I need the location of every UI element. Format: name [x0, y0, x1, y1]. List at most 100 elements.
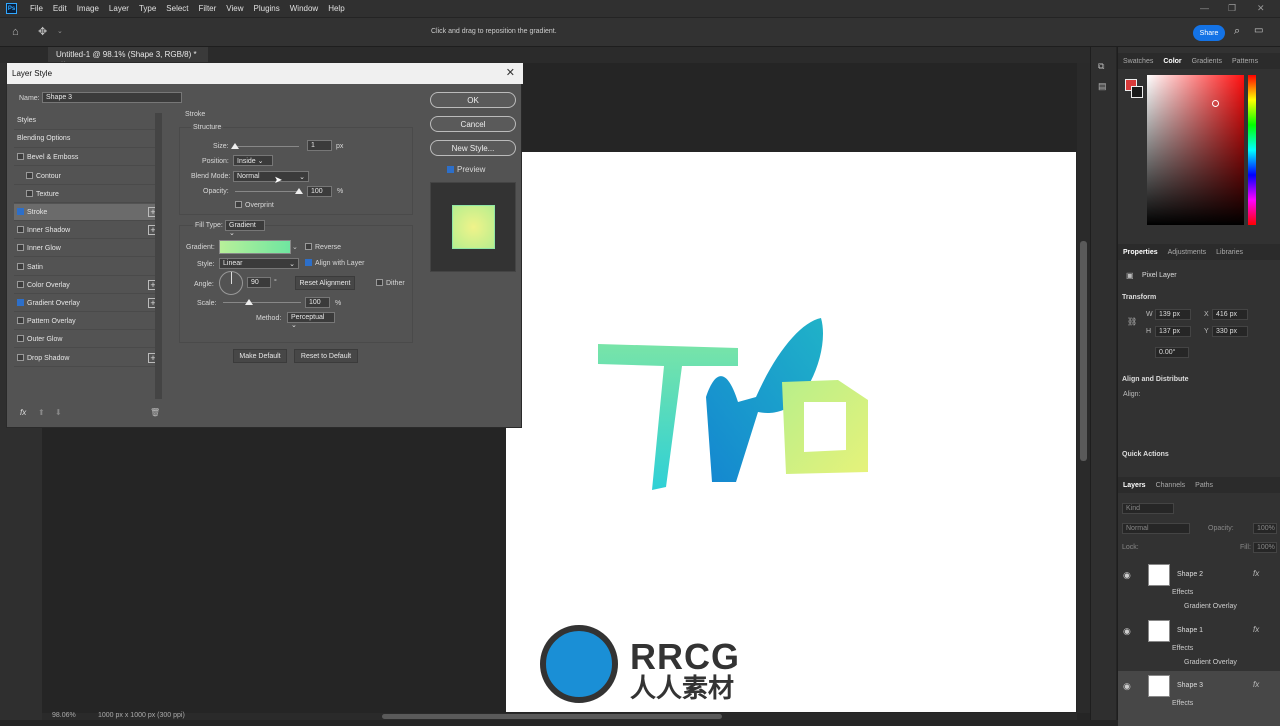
tab-libraries[interactable]: Libraries: [1211, 249, 1248, 256]
layer-name[interactable]: Shape 1: [1177, 627, 1203, 634]
hue-slider[interactable]: [1248, 75, 1256, 225]
horizontal-scroll-thumb[interactable]: [382, 714, 722, 719]
reverse-checkbox[interactable]: [305, 243, 312, 250]
opacity-field[interactable]: 100: [307, 186, 332, 197]
ok-button[interactable]: OK: [430, 92, 516, 108]
tool-preset-chevron-icon[interactable]: ⌄: [57, 27, 63, 35]
zoom-level[interactable]: 98.06%: [52, 712, 76, 719]
style-item[interactable]: Outer Glow: [14, 331, 161, 349]
menu-layer[interactable]: Layer: [104, 4, 134, 13]
method-dropdown[interactable]: Perceptual ⌄: [287, 312, 335, 329]
menu-window[interactable]: Window: [285, 4, 323, 13]
menu-filter[interactable]: Filter: [194, 4, 222, 13]
menu-help[interactable]: Help: [323, 4, 349, 13]
style-item[interactable]: Styles: [14, 113, 161, 130]
menu-edit[interactable]: Edit: [48, 4, 72, 13]
scale-field[interactable]: 100: [305, 297, 330, 308]
style-checkbox[interactable]: [17, 244, 24, 252]
workspace-icon[interactable]: ▭: [1254, 25, 1263, 36]
move-up-icon[interactable]: ⬆: [38, 408, 45, 417]
preview-option[interactable]: Preview: [447, 165, 485, 174]
visibility-eye-icon[interactable]: ◉: [1123, 681, 1131, 692]
style-item[interactable]: Blending Options: [14, 131, 161, 149]
menu-select[interactable]: Select: [161, 4, 193, 13]
angle-field[interactable]: 90: [247, 277, 271, 288]
reverse-option[interactable]: Reverse: [305, 243, 341, 251]
style-checkbox[interactable]: [17, 335, 24, 343]
style-item[interactable]: Satin: [14, 259, 161, 276]
close-window-icon[interactable]: ✕: [1257, 3, 1265, 14]
menu-view[interactable]: View: [221, 4, 248, 13]
transform-heading[interactable]: Transform: [1122, 294, 1156, 301]
size-slider[interactable]: [231, 143, 299, 149]
fx-icon[interactable]: fx: [1253, 569, 1259, 578]
tab-properties[interactable]: Properties: [1118, 249, 1163, 256]
layer-name[interactable]: Shape 3: [1177, 682, 1203, 689]
style-item[interactable]: Inner Glow: [14, 240, 161, 258]
height-field[interactable]: 137 px: [1155, 326, 1191, 337]
layer-row[interactable]: ◉ Shape 1 fx Effects Gradient Overlay: [1118, 616, 1280, 671]
tab-swatches[interactable]: Swatches: [1118, 58, 1158, 65]
style-checkbox[interactable]: [17, 153, 24, 161]
visibility-eye-icon[interactable]: ◉: [1123, 570, 1131, 581]
document-tab[interactable]: Untitled-1 @ 98.1% (Shape 3, RGB/8) * ×: [48, 47, 208, 68]
menu-file[interactable]: File: [25, 4, 48, 13]
style-item[interactable]: Bevel & Emboss: [14, 149, 161, 167]
menu-image[interactable]: Image: [72, 4, 104, 13]
history-icon[interactable]: ⧉: [1098, 61, 1104, 72]
fx-icon[interactable]: fx: [1253, 625, 1259, 634]
style-checkbox[interactable]: [26, 171, 33, 179]
tab-color[interactable]: Color: [1158, 58, 1186, 65]
share-button[interactable]: Share: [1193, 25, 1225, 41]
style-checkbox[interactable]: [17, 208, 24, 215]
gradient-picker-chevron-icon[interactable]: ⌄: [292, 243, 298, 251]
fx-icon[interactable]: fx: [1253, 680, 1259, 689]
size-slider-knob[interactable]: [231, 143, 239, 149]
move-tool-icon[interactable]: ✥: [38, 25, 47, 38]
style-item[interactable]: Color Overlay +: [14, 277, 161, 294]
search-icon[interactable]: ⌕: [1234, 25, 1240, 38]
home-icon[interactable]: ⌂: [12, 26, 19, 38]
vertical-scroll-thumb[interactable]: [1080, 241, 1087, 461]
blend-mode-dropdown[interactable]: Normal ⌄: [233, 171, 309, 182]
tab-channels[interactable]: Channels: [1151, 482, 1191, 489]
style-item[interactable]: Stroke +: [14, 204, 161, 221]
visibility-eye-icon[interactable]: ◉: [1123, 626, 1131, 637]
effect-item[interactable]: Gradient Overlay: [1184, 603, 1237, 610]
opacity-slider[interactable]: [235, 188, 303, 194]
style-checkbox[interactable]: [17, 353, 24, 361]
style-item[interactable]: Inner Shadow +: [14, 222, 161, 240]
cancel-button[interactable]: Cancel: [430, 116, 516, 132]
align-with-layer-checkbox[interactable]: [305, 259, 312, 266]
style-checkbox[interactable]: [17, 317, 24, 325]
gradient-swatch[interactable]: [219, 240, 291, 254]
reset-alignment-button[interactable]: Reset Alignment: [295, 276, 355, 290]
style-item[interactable]: Drop Shadow +: [14, 350, 161, 367]
scale-slider[interactable]: [223, 299, 301, 305]
style-item[interactable]: Gradient Overlay +: [14, 295, 161, 312]
layer-row[interactable]: ◉ Shape 2 fx Effects Gradient Overlay: [1118, 560, 1280, 615]
menu-plugins[interactable]: Plugins: [249, 4, 285, 13]
style-item[interactable]: Pattern Overlay: [14, 313, 161, 331]
tab-paths[interactable]: Paths: [1190, 482, 1218, 489]
comment-icon[interactable]: ▤: [1098, 81, 1107, 92]
y-field[interactable]: 330 px: [1212, 326, 1248, 337]
dialog-close-icon[interactable]: ✕: [506, 66, 515, 79]
layer-row-selected[interactable]: ◉ Shape 3 fx Effects: [1118, 671, 1280, 726]
layer-name[interactable]: Shape 2: [1177, 571, 1203, 578]
style-checkbox[interactable]: [17, 262, 24, 270]
style-checkbox[interactable]: [17, 299, 24, 306]
effect-item[interactable]: Gradient Overlay: [1184, 659, 1237, 666]
background-color-swatch[interactable]: [1131, 86, 1143, 98]
tab-layers[interactable]: Layers: [1118, 482, 1151, 489]
fill-type-dropdown[interactable]: Gradient ⌄: [225, 220, 265, 237]
position-dropdown[interactable]: Inside ⌄: [233, 155, 273, 166]
gradient-style-dropdown[interactable]: Linear ⌄: [219, 258, 299, 269]
move-down-icon[interactable]: ⬇: [55, 408, 62, 417]
opacity-slider-knob[interactable]: [295, 188, 303, 194]
style-item[interactable]: Texture: [14, 186, 161, 203]
delete-icon[interactable]: 🗑: [150, 408, 160, 417]
style-checkbox[interactable]: [26, 189, 33, 197]
layer-opacity[interactable]: 100%: [1253, 523, 1277, 534]
tab-patterns[interactable]: Patterns: [1227, 58, 1263, 65]
